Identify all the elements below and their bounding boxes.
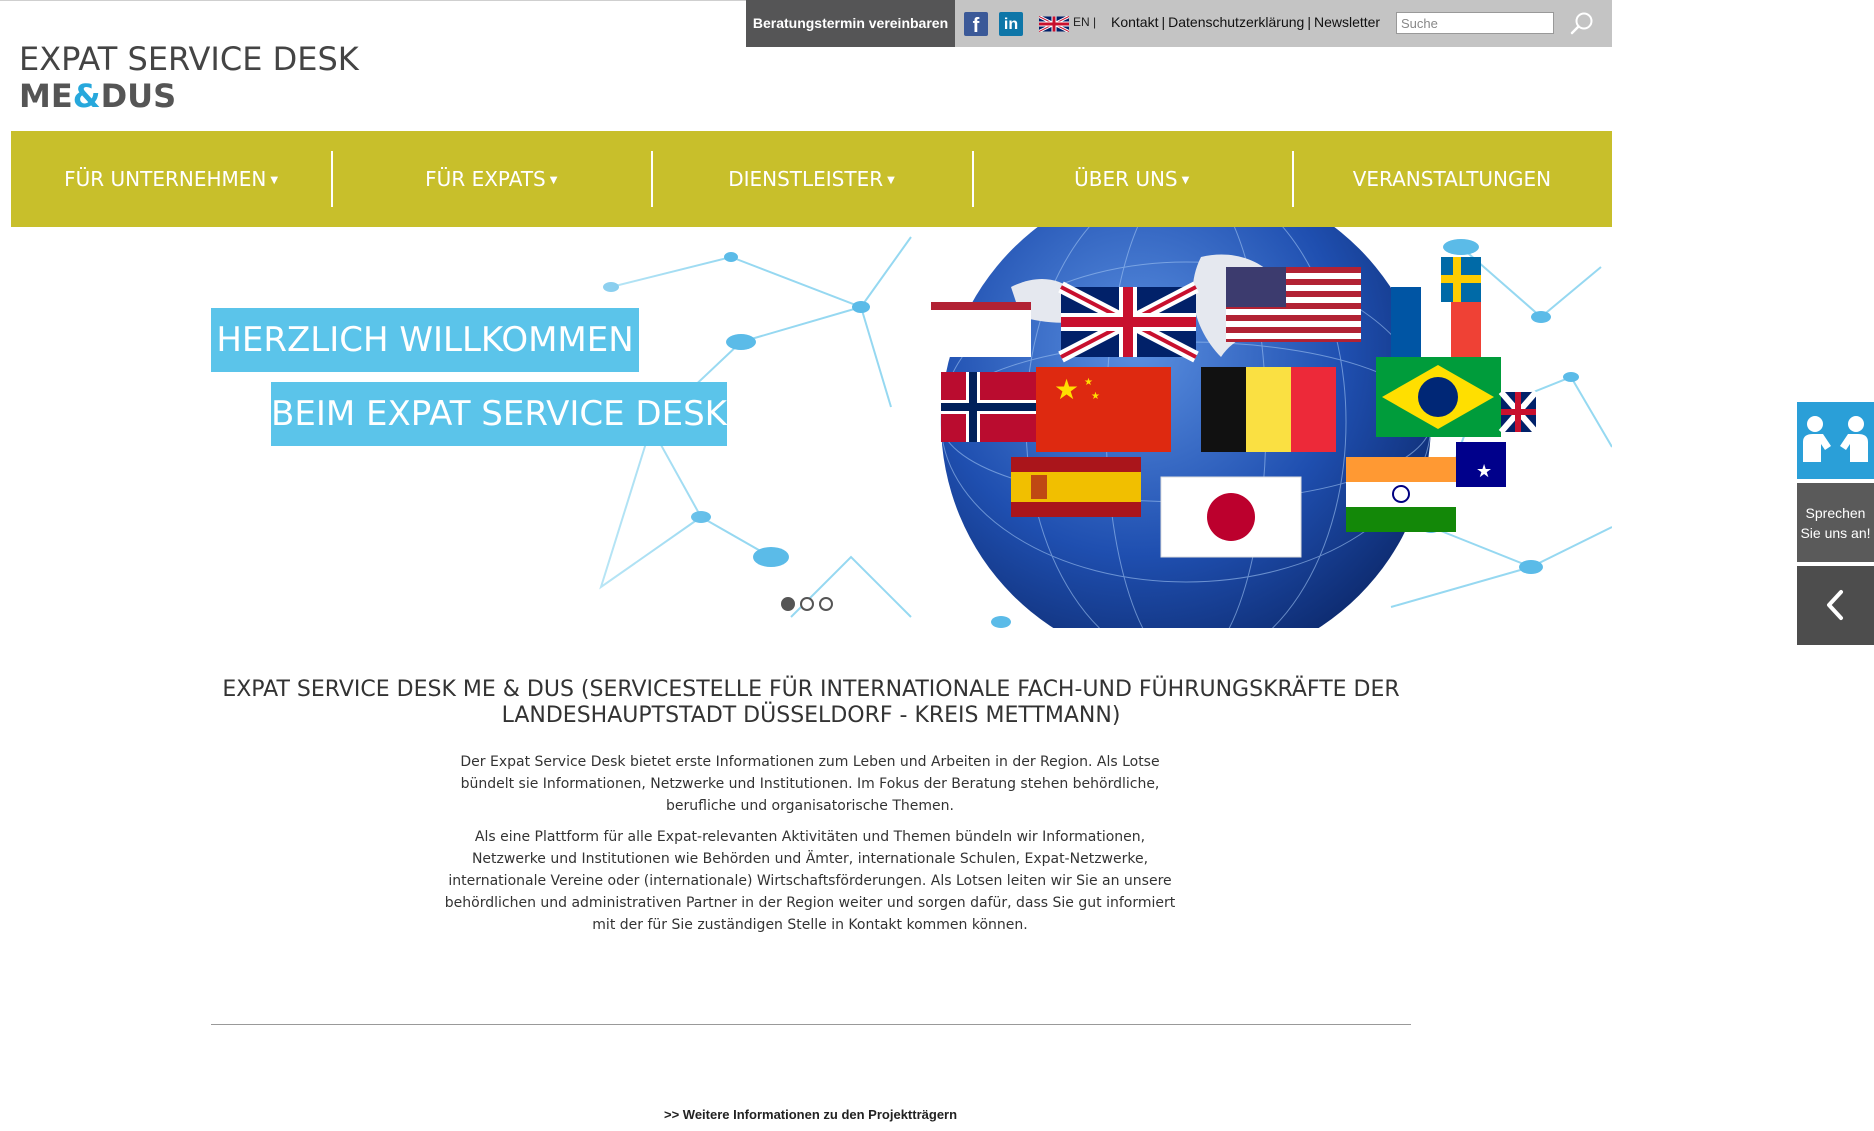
nav-service-providers[interactable]: DIENSTLEISTER ▼ (651, 131, 971, 227)
site-logo[interactable]: EXPAT SERVICE DESK ME&DUS (19, 40, 359, 114)
svg-text:★: ★ (1091, 391, 1100, 402)
logo-title: EXPAT SERVICE DESK (19, 40, 359, 78)
chevron-left-icon[interactable] (1797, 566, 1874, 645)
nav-for-expats[interactable]: FÜR EXPATS ▼ (331, 131, 651, 227)
main-navigation: FÜR UNTERNEHMEN ▼ FÜR EXPATS ▼ DIENSTLEIST… (11, 131, 1612, 227)
uk-flag-icon[interactable] (1039, 16, 1069, 32)
logo-me: ME (19, 77, 73, 115)
slider-dot-2[interactable] (800, 597, 814, 611)
facebook-icon[interactable]: f (964, 12, 988, 37)
slider-dot-1[interactable] (781, 597, 795, 611)
nav-about-us[interactable]: ÜBER UNS ▼ (971, 131, 1292, 227)
contact-text-line2: Sie uns an! (1800, 525, 1871, 541)
linkedin-icon[interactable]: in (999, 12, 1023, 36)
slider-pagination (781, 597, 833, 611)
search-input[interactable] (1396, 12, 1554, 34)
slider-dot-3[interactable] (819, 597, 833, 611)
language-switch[interactable]: EN | (1073, 15, 1096, 29)
utility-links: Kontakt | Datenschutzerklärung | Newsletter (1111, 14, 1380, 30)
nav-label: VERANSTALTUNGEN (1352, 167, 1552, 191)
newsletter-link[interactable]: Newsletter (1314, 14, 1380, 30)
svg-text:★: ★ (1476, 461, 1492, 482)
nav-label: ÜBER UNS (1074, 167, 1178, 191)
platform-paragraph: Als eine Plattform für alle Expat-releva… (444, 829, 1176, 933)
intro-paragraph: Der Expat Service Desk bietet erste Info… (460, 754, 1160, 814)
contact-link[interactable]: Kontakt (1111, 14, 1158, 30)
caret-down-icon: ▼ (270, 174, 279, 186)
caret-down-icon: ▼ (1181, 174, 1190, 186)
caret-down-icon: ▼ (887, 174, 895, 186)
svg-text:★: ★ (1054, 373, 1079, 406)
privacy-link[interactable]: Datenschutzerklärung (1168, 14, 1304, 30)
nav-events[interactable]: VERANSTALTUNGEN (1291, 131, 1612, 227)
nav-label: FÜR EXPATS (425, 167, 546, 191)
separator: | (1161, 14, 1166, 30)
nav-label: DIENSTLEISTER (728, 167, 884, 191)
contact-us-tab[interactable]: Sprechen Sie uns an! (1797, 483, 1874, 562)
logo-dus: DUS (100, 77, 177, 115)
search-icon[interactable] (1568, 10, 1596, 38)
globe-flags-image: ★ ★ ★ ★ (571, 227, 1612, 628)
page-title: EXPAT SERVICE DESK ME & DUS (SERVICESTEL… (222, 677, 1400, 728)
hero-welcome-line2: BEIM EXPAT SERVICE DESK (271, 382, 727, 446)
caret-down-icon: ▼ (549, 174, 558, 186)
svg-text:★: ★ (1084, 377, 1093, 388)
nav-for-companies[interactable]: FÜR UNTERNEHMEN ▼ (11, 131, 331, 227)
contact-text-line1: Sprechen (1805, 505, 1866, 521)
nav-label: FÜR UNTERNEHMEN (64, 167, 267, 191)
hero-slider[interactable]: ★ ★ ★ ★ HERZLICH WILLKOMMEN BEIM EXPAT S… (11, 227, 1612, 628)
top-utility-bar: Beratungstermin vereinbaren f in EN | Ko… (746, 0, 1612, 47)
contact-people-icon[interactable] (1797, 402, 1874, 479)
project-sponsors-link[interactable]: >> Weitere Informationen zu den Projektt… (664, 1107, 957, 1122)
logo-ampersand: & (72, 77, 101, 115)
appointment-button[interactable]: Beratungstermin vereinbaren (746, 0, 955, 47)
content-divider (211, 1024, 1411, 1025)
logo-subtitle: ME&DUS (19, 78, 359, 114)
separator: | (1307, 14, 1311, 30)
hero-welcome-line1: HERZLICH WILLKOMMEN (211, 308, 639, 372)
